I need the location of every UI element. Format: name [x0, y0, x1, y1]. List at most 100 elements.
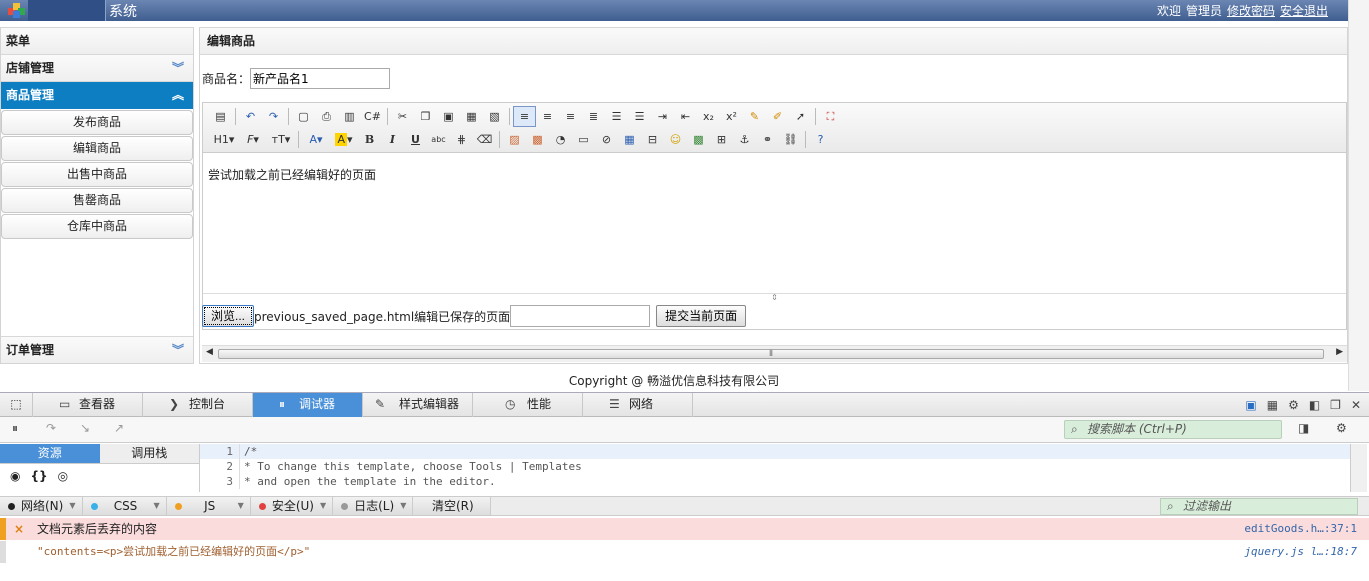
cut-icon[interactable]: ✂ [391, 106, 414, 127]
settings-icon[interactable]: ⚙ [1288, 398, 1299, 412]
scroll-thumb[interactable]: ⦀ [218, 349, 1324, 359]
template-icon[interactable]: ▥ [338, 106, 361, 127]
print-icon[interactable]: ⎙ [315, 106, 338, 127]
heading-icon[interactable]: H1 ▾ [209, 129, 239, 150]
step-out-icon[interactable]: ↗ [114, 421, 124, 435]
hr-icon[interactable]: ⊟ [641, 129, 664, 150]
sidebar-group-store[interactable]: 店铺管理 ︾ [1, 55, 193, 82]
sidebar-item-publish[interactable]: 发布商品 [1, 110, 193, 135]
tab-performance[interactable]: ◷ 性能 [473, 393, 583, 417]
step-in-icon[interactable]: ↘ [80, 421, 90, 435]
resize-handle-icon[interactable]: ⇕ [203, 293, 1346, 303]
tab-style-editor[interactable]: ✎ 样式编辑器 [363, 393, 473, 417]
filter-logging[interactable]: 日志(L) ▼ [333, 497, 414, 515]
unordered-list-icon[interactable]: ☰ [628, 106, 651, 127]
code-scrollbar[interactable] [1350, 444, 1367, 492]
message-source-link[interactable]: jquery.js l…:18:7 [1244, 541, 1357, 563]
media-icon[interactable]: ▭ [572, 129, 595, 150]
pretty-print-icon[interactable]: {} [30, 469, 47, 483]
justify-icon[interactable]: ≣ [582, 106, 605, 127]
font-color-icon[interactable]: A▾ [302, 129, 330, 150]
split-console-icon[interactable]: ▣ [1245, 398, 1256, 412]
highlight-icon[interactable]: A ▾ [330, 129, 358, 150]
scroll-right-icon[interactable]: ▶ [1336, 347, 1343, 357]
product-name-input[interactable] [250, 68, 391, 89]
undo-icon[interactable]: ↶ [239, 106, 262, 127]
blackbox-icon[interactable]: ◎ [58, 469, 68, 483]
copy-icon[interactable]: ❐ [414, 106, 437, 127]
change-password-link[interactable]: 修改密码 [1227, 2, 1275, 19]
eye-icon[interactable]: ◉ [10, 469, 20, 483]
link-icon[interactable]: ⚭ [756, 129, 779, 150]
image-upload-icon[interactable]: ▨ [503, 129, 526, 150]
source-icon[interactable]: ▤ [209, 106, 232, 127]
eraser-icon[interactable]: ⌫ [473, 129, 496, 150]
indent-icon[interactable]: ⇥ [651, 106, 674, 127]
editor-content[interactable]: 尝试加载之前已经编辑好的页面 [203, 153, 1346, 293]
help-icon[interactable]: ? [809, 129, 832, 150]
filter-network[interactable]: 网络(N) ▼ [0, 497, 83, 515]
sidebar-group-orders[interactable]: 订单管理 ︾ [1, 336, 193, 363]
sidebar-item-warehouse[interactable]: 仓库中商品 [1, 214, 193, 239]
strikethrough-icon[interactable]: abc [427, 129, 450, 150]
font-size-icon[interactable]: тT▾ [267, 129, 295, 150]
align-left-icon[interactable]: ≡ [513, 106, 536, 127]
dock-side-icon[interactable]: ◧ [1309, 398, 1320, 412]
attachment-icon[interactable]: ⊘ [595, 129, 618, 150]
format-painter-icon[interactable]: ✐ [766, 106, 789, 127]
tab-inspector[interactable]: ▭ 查看器 [33, 393, 143, 417]
code-icon[interactable]: C# [361, 106, 384, 127]
filter-security[interactable]: 安全(U) ▼ [250, 497, 334, 515]
paste-text-icon[interactable]: ▦ [460, 106, 483, 127]
scroll-left-icon[interactable]: ◀ [206, 347, 213, 357]
align-right-icon[interactable]: ≡ [559, 106, 582, 127]
paste-word-icon[interactable]: ▧ [483, 106, 506, 127]
superscript-icon[interactable]: x² [720, 106, 743, 127]
undock-icon[interactable]: ❐ [1330, 398, 1341, 412]
redo-icon[interactable]: ↷ [262, 106, 285, 127]
flash-icon[interactable]: ◔ [549, 129, 572, 150]
sidebar-item-on-sale[interactable]: 出售中商品 [1, 162, 193, 187]
tab-debugger[interactable]: ⏸ 调试器 [253, 393, 363, 417]
logout-link[interactable]: 安全退出 [1280, 2, 1328, 19]
message-source-link[interactable]: editGoods.h…:37:1 [1244, 518, 1357, 540]
tab-network[interactable]: ☰ 网络 [583, 393, 693, 417]
outdent-icon[interactable]: ⇤ [674, 106, 697, 127]
page-vertical-scrollbar[interactable] [1348, 0, 1369, 391]
emoticon-icon[interactable]: ☺ [664, 129, 687, 150]
debugger-settings-icon[interactable]: ⚙ [1336, 421, 1347, 435]
preview-icon[interactable]: ▢ [292, 106, 315, 127]
filter-output-input[interactable]: ⌕ 过滤输出 [1160, 498, 1358, 515]
filter-css[interactable]: CSS ▼ [82, 497, 167, 515]
submit-page-button[interactable]: 提交当前页面 [656, 305, 747, 327]
pick-element-icon[interactable]: ⬚ [0, 393, 33, 417]
ordered-list-icon[interactable]: ☰ [605, 106, 628, 127]
horizontal-scrollbar[interactable]: ◀ ⦀ ▶ [202, 345, 1347, 362]
tab-sources[interactable]: 资源 [0, 444, 100, 463]
line-height-icon[interactable]: ⋕ [450, 129, 473, 150]
table-icon[interactable]: ▦ [618, 129, 641, 150]
bold-icon[interactable]: B [358, 129, 381, 150]
multi-image-icon[interactable]: ▩ [526, 129, 549, 150]
tab-console[interactable]: ❯ 控制台 [143, 393, 253, 417]
clear-button[interactable]: 清空(R) [413, 497, 492, 515]
code-view[interactable]: 1/* 2 * To change this template, choose … [200, 444, 1350, 492]
font-family-icon[interactable]: F ▾ [239, 129, 267, 150]
map-icon[interactable]: ▩ [687, 129, 710, 150]
pagebreak-icon[interactable]: ⊞ [710, 129, 733, 150]
sidebar-item-edit[interactable]: 编辑商品 [1, 136, 193, 161]
sidebar-group-goods[interactable]: 商品管理 ︽ [1, 82, 193, 109]
italic-icon[interactable]: I [381, 129, 404, 150]
anchor-icon[interactable]: ⚓ [733, 129, 756, 150]
align-center-icon[interactable]: ≡ [536, 106, 559, 127]
unlink-icon[interactable]: ⛓ [779, 129, 802, 150]
pause-icon[interactable]: ⏸ [12, 421, 18, 436]
browse-button[interactable]: 浏览... [202, 305, 255, 327]
clear-format-icon[interactable]: ✎ [743, 106, 766, 127]
select-all-icon[interactable]: ➚ [789, 106, 812, 127]
paste-icon[interactable]: ▣ [437, 106, 460, 127]
step-over-icon[interactable]: ↷ [46, 421, 56, 435]
close-icon[interactable]: ✕ [1351, 398, 1361, 412]
file-path-input[interactable] [510, 305, 651, 327]
fullscreen-icon[interactable]: ⛶ [819, 106, 842, 127]
